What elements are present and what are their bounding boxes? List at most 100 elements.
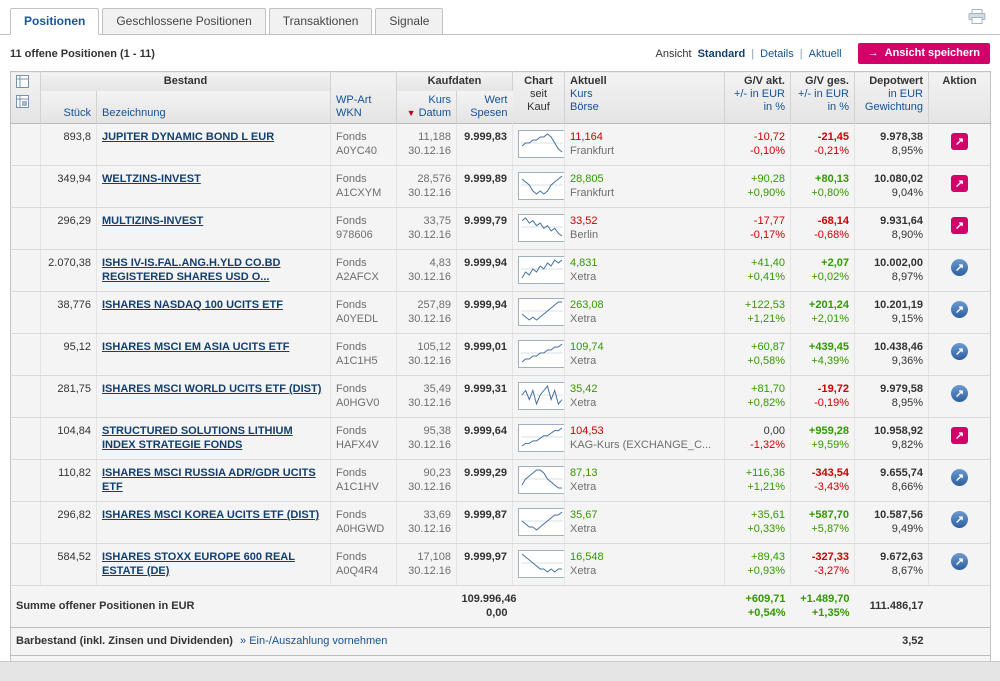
gv-akt-eur-value: -17,77 (753, 215, 785, 227)
kauf-datum-value: 30.12.16 (408, 271, 451, 283)
gv-ges-cell: -327,33 -3,27% (790, 543, 855, 586)
header-wert[interactable]: Wert (462, 94, 507, 107)
gv-akt-eur-value: +90,28 (751, 173, 785, 185)
kauf-datum-value: 30.12.16 (408, 187, 451, 199)
tab-transaktionen[interactable]: Transaktionen (268, 8, 373, 35)
kauf-datum-value: 30.12.16 (408, 229, 451, 241)
position-name-link[interactable]: ISHARES MSCI WORLD UCITS ETF (DIST) (102, 383, 321, 395)
header-gewichtung[interactable]: Gewichtung (860, 101, 923, 114)
kauf-wert-value: 9.999,89 (464, 173, 507, 185)
sparkline-chart[interactable] (518, 298, 566, 326)
positions-table: Bestand WP-Art WKN Kaufdaten Chart seit … (10, 71, 991, 681)
header-depotwert-eur[interactable]: in EUR (860, 88, 923, 101)
header-wkn[interactable]: WKN (336, 107, 391, 120)
chart-seit-kauf-cell (512, 375, 566, 418)
sparkline-chart[interactable] (518, 256, 566, 284)
wert-spesen-cell: 9.999,64 (456, 417, 513, 460)
position-name-link[interactable]: MULTIZINS-INVEST (102, 215, 203, 227)
gv-ges-cell: -21,45 -0,21% (790, 123, 855, 166)
wkn-value: A0HGWD (336, 523, 385, 535)
sparkline-chart[interactable] (518, 130, 566, 158)
cash-balance-empty-cell (928, 627, 991, 656)
print-icon[interactable] (968, 9, 986, 27)
depotwert-value: 9.978,38 (880, 131, 923, 143)
wp-art-value: Fonds (336, 299, 367, 311)
gv-ges-eur-value: -68,14 (817, 215, 849, 227)
header-boerse[interactable]: Börse (570, 101, 719, 114)
gv-ges-pct-value: +5,87% (811, 523, 849, 535)
action-arrow-icon[interactable]: ↗ (951, 427, 968, 444)
position-name-link[interactable]: ISHARES MSCI RUSSIA ADR/GDR UCITS ETF (102, 467, 316, 493)
summary-gv-akt-pct: +0,54% (747, 607, 786, 619)
sparkline-chart[interactable] (518, 424, 566, 452)
action-arrow-icon[interactable]: ↗ (951, 301, 968, 318)
sparkline-svg (521, 301, 563, 321)
collapse-positions-icon[interactable] (16, 95, 35, 112)
action-arrow-icon[interactable]: ↗ (951, 343, 968, 360)
gv-ges-cell: -343,54 -3,43% (790, 459, 855, 502)
position-name-link[interactable]: ISHS IV-IS.FAL.ANG.H.YLD CO.BD REGISTERE… (102, 257, 280, 283)
header-stueck[interactable]: Stück (40, 91, 97, 124)
footer-bar (0, 661, 1000, 681)
save-view-button[interactable]: → Ansicht speichern (857, 43, 990, 64)
header-datum[interactable]: ▼ Datum (402, 107, 451, 120)
position-name-link[interactable]: JUPITER DYNAMIC BOND L EUR (102, 131, 274, 143)
view-label: Ansicht (655, 47, 692, 60)
header-gv-ges-eur[interactable]: +/- in EUR (796, 88, 849, 101)
action-arrow-icon[interactable]: ↗ (951, 217, 968, 234)
header-gv-akt-eur[interactable]: +/- in EUR (730, 88, 785, 101)
tab-positionen[interactable]: Positionen (10, 8, 100, 35)
gv-akt-eur-value: +60,87 (751, 341, 785, 353)
view-option-standard[interactable]: Standard (698, 48, 746, 60)
action-arrow-icon[interactable]: ↗ (951, 133, 968, 150)
sparkline-chart[interactable] (518, 550, 566, 578)
sparkline-chart[interactable] (518, 340, 566, 368)
gv-ges-pct-value: +9,59% (811, 439, 849, 451)
action-arrow-icon[interactable]: ↗ (951, 469, 968, 486)
sparkline-chart[interactable] (518, 172, 566, 200)
tab-geschlossene-positionen[interactable]: Geschlossene Positionen (102, 8, 266, 35)
header-bezeichnung[interactable]: Bezeichnung (96, 91, 331, 124)
sparkline-chart[interactable] (518, 214, 566, 242)
action-arrow-icon[interactable]: ↗ (951, 175, 968, 192)
position-row: 584,52 ISHARES STOXX EUROPE 600 REAL ESTA… (10, 543, 991, 586)
header-wp-art[interactable]: WP-Art (336, 94, 391, 107)
chart-seit-kauf-cell (512, 165, 566, 208)
kauf-kurs-value: 90,23 (423, 467, 451, 479)
sparkline-chart[interactable] (518, 382, 566, 410)
header-aktuell-kurs[interactable]: Kurs (570, 88, 719, 101)
tab-signale[interactable]: Signale (375, 8, 444, 35)
position-name-link[interactable]: ISHARES STOXX EUROPE 600 REAL ESTATE (DE… (102, 551, 295, 577)
sparkline-chart[interactable] (518, 466, 566, 494)
deposit-withdraw-link[interactable]: » Ein-/Auszahlung vornehmen (240, 635, 387, 647)
view-option-aktuell[interactable]: Aktuell (809, 48, 842, 60)
kauf-kurs-value: 17,108 (417, 551, 451, 563)
header-spesen[interactable]: Spesen (462, 107, 507, 120)
view-option-details[interactable]: Details (760, 48, 794, 60)
header-depotwert: Depotwert in EUR Gewichtung (854, 71, 929, 124)
summary-gv-akt-eur: +609,71 (745, 593, 786, 605)
action-arrow-icon[interactable]: ↗ (951, 511, 968, 528)
cash-balance-value: 3,52 (854, 627, 929, 656)
kauf-datum-value: 30.12.16 (408, 355, 451, 367)
sparkline-chart[interactable] (518, 508, 566, 536)
action-arrow-icon[interactable]: ↗ (951, 385, 968, 402)
position-name-link[interactable]: WELTZINS-INVEST (102, 173, 201, 185)
header-kauf-kurs[interactable]: Kurs (402, 94, 451, 107)
action-arrow-icon[interactable]: ↗ (951, 259, 968, 276)
header-wert-spesen: Wert Spesen (456, 91, 513, 124)
position-name-link[interactable]: STRUCTURED SOLUTIONS LITHIUM INDEX STRAT… (102, 425, 293, 451)
header-gv-ges-pct[interactable]: in % (796, 101, 849, 114)
header-gv-akt-pct[interactable]: in % (730, 101, 785, 114)
position-name-link[interactable]: ISHARES MSCI KOREA UCITS ETF (DIST) (102, 509, 319, 521)
expand-positions-icon[interactable] (16, 75, 35, 92)
gv-ges-pct-value: +0,02% (811, 271, 849, 283)
kauf-wert-value: 9.999,94 (464, 299, 507, 311)
action-arrow-icon[interactable]: ↗ (951, 553, 968, 570)
position-name-link[interactable]: ISHARES MSCI EM ASIA UCITS ETF (102, 341, 289, 353)
position-shares: 2.070,38 (40, 249, 97, 292)
row-lead-cell (10, 123, 41, 166)
row-lead-cell (10, 375, 41, 418)
position-name-link[interactable]: ISHARES NASDAQ 100 UCITS ETF (102, 299, 283, 311)
kauf-kurs-datum-cell: 90,23 30.12.16 (396, 459, 457, 502)
